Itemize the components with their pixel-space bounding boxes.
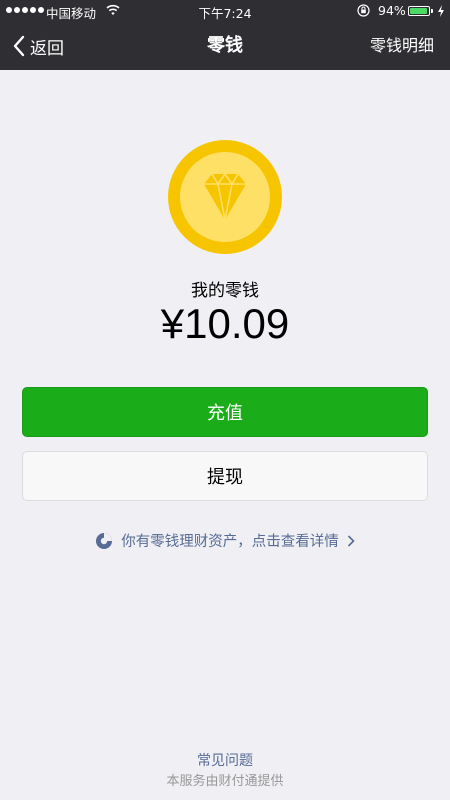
diamond-coin-icon xyxy=(168,140,282,254)
navigation-bar: 返回 零钱 零钱明细 xyxy=(0,22,450,70)
rotation-lock-icon xyxy=(357,4,370,17)
back-button[interactable]: 返回 xyxy=(12,22,64,70)
back-label: 返回 xyxy=(30,38,64,59)
wallet-label: 我的零钱 xyxy=(191,281,259,301)
recharge-button[interactable]: 充值 xyxy=(22,387,428,437)
licaitong-icon xyxy=(96,532,113,549)
status-bar: 中国移动 下午7:24 94% xyxy=(0,0,450,22)
chevron-left-icon xyxy=(13,35,25,57)
charging-bolt-icon xyxy=(438,5,444,17)
battery-icon xyxy=(408,6,430,16)
balance-amount: ¥10.09 xyxy=(160,300,290,347)
faq-link[interactable]: 常见问题 xyxy=(0,750,450,770)
battery-cap xyxy=(431,9,433,13)
provider-note: 本服务由财付通提供 xyxy=(166,774,284,789)
wealth-assets-text: 你有零钱理财资产，点击查看详情 xyxy=(121,534,339,550)
chevron-right-icon xyxy=(347,534,355,547)
change-details-button[interactable]: 零钱明细 xyxy=(370,22,434,70)
battery-percent: 94% xyxy=(378,3,406,18)
wealth-assets-link[interactable]: 你有零钱理财资产，点击查看详情 xyxy=(0,530,450,551)
withdraw-button[interactable]: 提现 xyxy=(22,451,428,501)
